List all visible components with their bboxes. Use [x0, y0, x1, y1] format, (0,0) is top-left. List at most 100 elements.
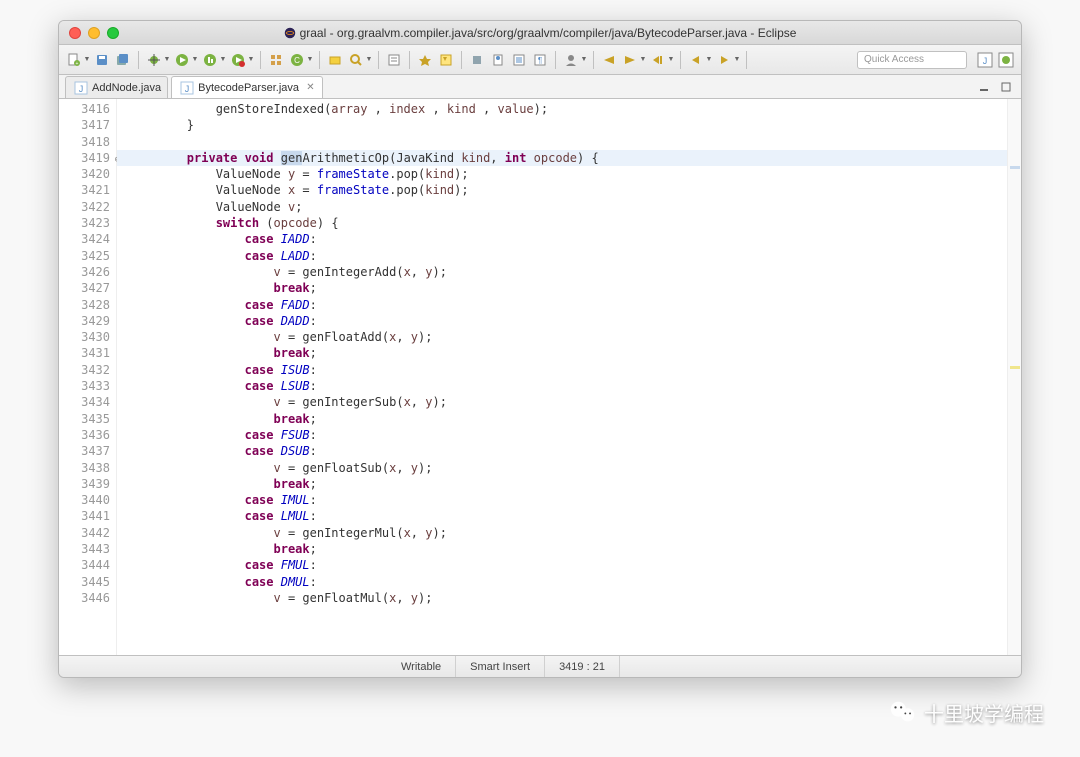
refresh-icon[interactable]: [468, 51, 486, 69]
close-tab-icon[interactable]: ✕: [305, 82, 316, 93]
toolbar-separator: [680, 51, 681, 69]
save-icon[interactable]: [93, 51, 111, 69]
toolbar-separator: [746, 51, 747, 69]
debug-icon[interactable]: [145, 51, 163, 69]
dropdown-icon[interactable]: ▼: [192, 51, 198, 69]
line-number: 3436: [59, 427, 110, 443]
code-line[interactable]: v = genFloatAdd(x, y);: [129, 329, 1007, 345]
dropdown-icon[interactable]: ▼: [84, 51, 90, 69]
status-writable: Writable: [387, 656, 456, 677]
pin-icon[interactable]: [489, 51, 507, 69]
code-line[interactable]: case FADD:: [129, 297, 1007, 313]
code-line[interactable]: break;: [129, 411, 1007, 427]
perspective-debug-icon[interactable]: [997, 51, 1015, 69]
minimize-window-button[interactable]: [88, 27, 100, 39]
code-line[interactable]: break;: [129, 345, 1007, 361]
editor-tab[interactable]: JBytecodeParser.java✕: [171, 76, 323, 98]
perspective-java-icon[interactable]: J: [976, 51, 994, 69]
svg-text:J: J: [79, 84, 84, 94]
code-line[interactable]: v = genFloatSub(x, y);: [129, 460, 1007, 476]
close-window-button[interactable]: [69, 27, 81, 39]
code-line[interactable]: genStoreIndexed(array , index , kind , v…: [129, 101, 1007, 117]
code-line[interactable]: case DSUB:: [129, 443, 1007, 459]
forward-icon[interactable]: [715, 51, 733, 69]
cut-icon[interactable]: [600, 51, 618, 69]
code-line[interactable]: ValueNode y = frameState.pop(kind);: [129, 166, 1007, 182]
code-line[interactable]: case LMUL:: [129, 508, 1007, 524]
line-number: 3426: [59, 264, 110, 280]
editor-tab[interactable]: JAddNode.java: [65, 76, 168, 98]
rss-icon[interactable]: [59, 656, 87, 677]
dropdown-icon[interactable]: ▼: [248, 51, 254, 69]
quick-access-input[interactable]: Quick Access: [857, 51, 967, 69]
dropdown-icon[interactable]: ▼: [734, 51, 740, 69]
code-line[interactable]: case DADD:: [129, 313, 1007, 329]
maximize-view-icon[interactable]: [997, 78, 1015, 96]
code-line[interactable]: v = genIntegerSub(x, y);: [129, 394, 1007, 410]
svg-text:J: J: [983, 56, 988, 66]
maximize-window-button[interactable]: [107, 27, 119, 39]
code-line[interactable]: case FSUB:: [129, 427, 1007, 443]
back-icon[interactable]: [687, 51, 705, 69]
dropdown-icon[interactable]: ▼: [164, 51, 170, 69]
dropdown-icon[interactable]: ▼: [668, 51, 674, 69]
toggle-highlight-icon[interactable]: [437, 51, 455, 69]
dropdown-icon[interactable]: ▼: [366, 51, 372, 69]
outline-icon[interactable]: [510, 51, 528, 69]
code-line[interactable]: [129, 134, 1007, 150]
step-icon[interactable]: [621, 51, 639, 69]
run-icon[interactable]: [173, 51, 191, 69]
code-line[interactable]: ValueNode x = frameState.pop(kind);: [129, 182, 1007, 198]
block-icon[interactable]: ¶: [531, 51, 549, 69]
dropdown-icon[interactable]: ▼: [581, 51, 587, 69]
toolbar-separator: [409, 51, 410, 69]
code-line[interactable]: case LADD:: [129, 248, 1007, 264]
line-number: 3442: [59, 525, 110, 541]
next-icon[interactable]: [649, 51, 667, 69]
code-line[interactable]: v = genIntegerAdd(x, y);: [129, 264, 1007, 280]
code-line[interactable]: case DMUL:: [129, 574, 1007, 590]
code-line[interactable]: break;: [129, 541, 1007, 557]
line-number: 3424: [59, 231, 110, 247]
code-editor[interactable]: 3416341734183419⊖34203421342234233424342…: [59, 99, 1021, 655]
window-controls: [69, 27, 119, 39]
code-line[interactable]: switch (opcode) {: [129, 215, 1007, 231]
overview-ruler[interactable]: [1007, 99, 1021, 655]
toggle-mark-icon[interactable]: [416, 51, 434, 69]
code-line[interactable]: case LSUB:: [129, 378, 1007, 394]
code-line[interactable]: break;: [129, 476, 1007, 492]
code-line[interactable]: case ISUB:: [129, 362, 1007, 378]
code-line[interactable]: v = genFloatMul(x, y);: [129, 590, 1007, 606]
code-area[interactable]: genStoreIndexed(array , index , kind , v…: [117, 99, 1007, 655]
svg-text:+: +: [76, 61, 79, 67]
titlebar: graal - org.graalvm.compiler.java/src/or…: [59, 21, 1021, 45]
dropdown-icon[interactable]: ▼: [220, 51, 226, 69]
save-all-icon[interactable]: [114, 51, 132, 69]
profile-icon[interactable]: [562, 51, 580, 69]
dropdown-icon[interactable]: ▼: [640, 51, 646, 69]
code-line[interactable]: case IMUL:: [129, 492, 1007, 508]
new-file-icon[interactable]: +: [65, 51, 83, 69]
tab-label: BytecodeParser.java: [198, 82, 299, 94]
dropdown-icon[interactable]: ▼: [307, 51, 313, 69]
code-line[interactable]: }: [129, 117, 1007, 133]
code-line[interactable]: v = genIntegerMul(x, y);: [129, 525, 1007, 541]
open-type-icon[interactable]: [326, 51, 344, 69]
coverage-icon[interactable]: [201, 51, 219, 69]
task-icon[interactable]: [385, 51, 403, 69]
run-last-icon[interactable]: [229, 51, 247, 69]
dropdown-icon[interactable]: ▼: [706, 51, 712, 69]
minimize-view-icon[interactable]: [975, 78, 993, 96]
eclipse-icon: [284, 27, 296, 39]
code-line[interactable]: case IADD:: [129, 231, 1007, 247]
line-number: 3433: [59, 378, 110, 394]
code-line[interactable]: ValueNode v;: [129, 199, 1007, 215]
line-number: 3422: [59, 199, 110, 215]
new-package-icon[interactable]: [267, 51, 285, 69]
line-number: 3416: [59, 101, 110, 117]
line-number: 3446: [59, 590, 110, 606]
code-line[interactable]: break;: [129, 280, 1007, 296]
new-class-icon[interactable]: C: [288, 51, 306, 69]
code-line[interactable]: case FMUL:: [129, 557, 1007, 573]
search-icon[interactable]: [347, 51, 365, 69]
